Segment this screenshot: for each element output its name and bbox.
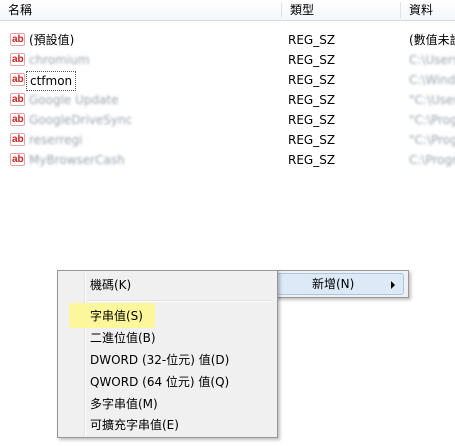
string-value-icon: ab bbox=[10, 153, 25, 166]
submenu-arrow-icon bbox=[391, 281, 395, 289]
value-name: Google Update bbox=[29, 93, 119, 107]
value-type: REG_SZ bbox=[288, 153, 336, 167]
string-value-icon: ab bbox=[10, 73, 25, 86]
column-type-header[interactable]: 類型 bbox=[282, 0, 400, 20]
menu-item-key[interactable]: 機碼(K) bbox=[90, 274, 131, 296]
registry-value-row[interactable]: ab chromium REG_SZ C:\Users\ bbox=[0, 50, 455, 70]
value-name: ctfmon bbox=[26, 71, 77, 91]
value-type: REG_SZ bbox=[288, 133, 336, 147]
registry-value-row-selected[interactable]: ab ctfmon REG_SZ C:\Wind bbox=[0, 70, 455, 91]
menu-item-binary-value[interactable]: 二進位值(B) bbox=[90, 327, 156, 349]
string-value-icon: ab bbox=[10, 113, 25, 126]
new-submenu: 機碼(K) 字串值(S) 二進位值(B) DWORD (32-位元) 值(D) … bbox=[57, 270, 278, 438]
column-header: 名稱 類型 資料 bbox=[0, 0, 455, 21]
value-data: "C:\User bbox=[409, 93, 455, 107]
menu-separator bbox=[88, 300, 272, 302]
menu-item-multi-string-value[interactable]: 多字串值(M) bbox=[90, 393, 158, 415]
value-type: REG_SZ bbox=[288, 53, 336, 67]
context-menu: 新增(N) bbox=[273, 270, 409, 298]
column-name-header[interactable]: 名稱 bbox=[0, 0, 281, 20]
menu-item-dword-value[interactable]: DWORD (32-位元) 值(D) bbox=[90, 349, 229, 371]
value-type: REG_SZ bbox=[288, 113, 336, 127]
value-name: chromium bbox=[29, 53, 90, 67]
registry-value-row[interactable]: ab GoogleDriveSync REG_SZ "C:\Prog bbox=[0, 110, 455, 130]
registry-value-row[interactable]: ab (預設值) REG_SZ (數值未設 bbox=[0, 30, 455, 50]
value-name: GoogleDriveSync bbox=[29, 113, 133, 127]
value-type: REG_SZ bbox=[288, 93, 336, 107]
value-data: C:\Users\ bbox=[409, 53, 455, 67]
string-value-icon: ab bbox=[10, 53, 25, 66]
registry-value-row[interactable]: ab reserregi REG_SZ "C:\Prog bbox=[0, 130, 455, 150]
string-value-icon: ab bbox=[10, 133, 25, 146]
value-data: C:\Wind bbox=[409, 73, 455, 87]
value-data: C:\Progr bbox=[409, 153, 455, 167]
value-name: reserregi bbox=[29, 133, 83, 147]
value-data: "C:\Prog bbox=[409, 113, 455, 127]
string-value-icon: ab bbox=[10, 93, 25, 106]
string-value-icon: ab bbox=[10, 33, 25, 46]
menu-item-string-value[interactable]: 字串值(S) bbox=[90, 305, 143, 327]
menu-item-expandable-string-value[interactable]: 可擴充字串值(E) bbox=[90, 415, 179, 435]
value-name: MyBrowserCash bbox=[29, 153, 125, 167]
menu-gutter bbox=[84, 273, 86, 435]
value-name: (預設值) bbox=[29, 33, 75, 47]
registry-value-row[interactable]: ab MyBrowserCash REG_SZ C:\Progr bbox=[0, 150, 455, 170]
registry-value-row[interactable]: ab Google Update REG_SZ "C:\User bbox=[0, 90, 455, 110]
value-data: "C:\Prog bbox=[409, 133, 455, 147]
menu-item-qword-value[interactable]: QWORD (64 位元) 值(Q) bbox=[90, 371, 229, 393]
value-type: REG_SZ bbox=[288, 33, 336, 47]
value-type: REG_SZ bbox=[288, 73, 336, 87]
menu-item-new[interactable]: 新增(N) bbox=[312, 273, 354, 295]
value-data: (數值未設 bbox=[409, 33, 455, 47]
column-data-header[interactable]: 資料 bbox=[401, 0, 455, 20]
